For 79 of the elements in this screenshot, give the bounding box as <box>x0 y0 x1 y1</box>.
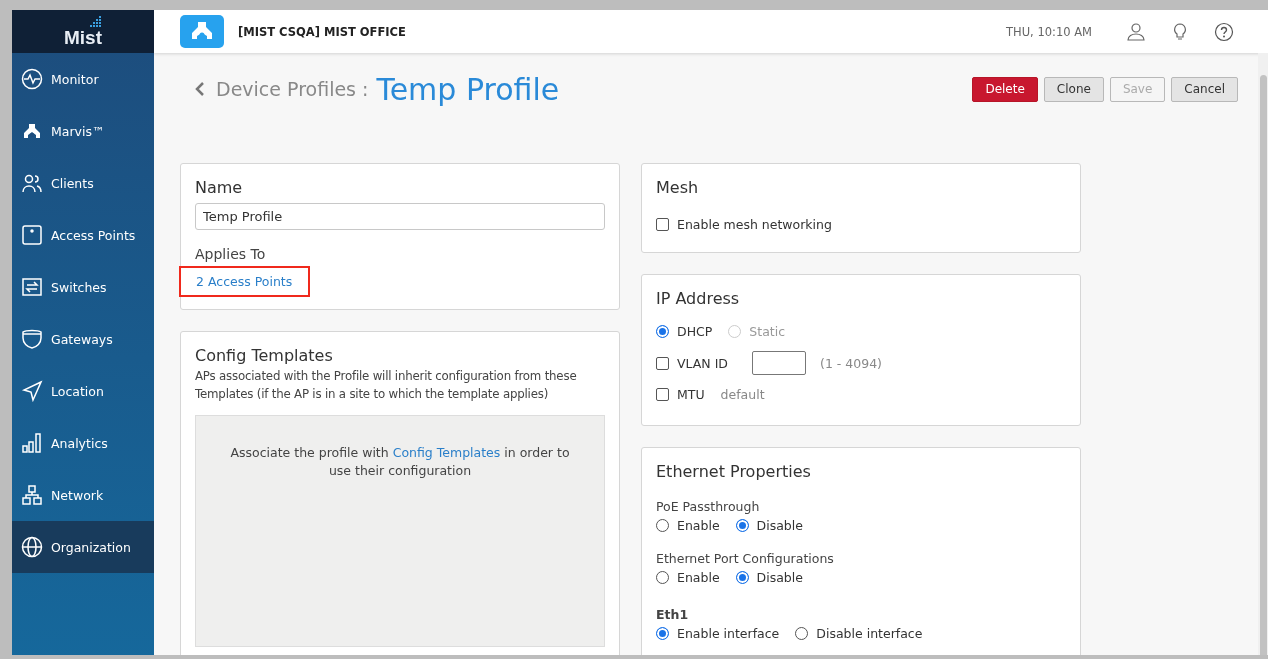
nav-item[interactable]: Location <box>12 365 154 417</box>
radio-label: Enable <box>677 570 720 585</box>
location-arrow-icon <box>21 380 43 402</box>
nav-item[interactable]: Monitor <box>12 53 154 105</box>
checkbox[interactable] <box>656 218 669 231</box>
user-icon[interactable] <box>1126 21 1146 42</box>
clock-time: THU, 10:10 AM <box>1006 24 1092 39</box>
nav-label: Access Points <box>51 227 136 243</box>
radio-button[interactable] <box>656 325 669 338</box>
logo: Mist <box>12 10 154 53</box>
config-templates-link[interactable]: Config Templates <box>392 445 501 460</box>
radio-button[interactable] <box>656 627 669 640</box>
nav-item[interactable]: Network <box>12 469 154 521</box>
switch-icon <box>21 276 43 298</box>
group-label: PoE Passthrough <box>656 499 761 514</box>
card-title: Config Templates <box>195 346 334 365</box>
nav-label: Switches <box>51 279 107 295</box>
radio-button[interactable] <box>656 571 669 584</box>
mtu-value: default <box>720 387 765 402</box>
card-title: Ethernet Properties <box>656 462 812 481</box>
radio-label: Static <box>749 324 786 339</box>
site-name: [MIST CSQA] MIST OFFICE <box>238 24 407 39</box>
shield-icon <box>21 328 43 350</box>
scrollbar[interactable] <box>1258 53 1268 655</box>
nav-label: Organization <box>51 539 131 555</box>
radio-label: Disable interface <box>816 626 923 641</box>
card-title: IP Address <box>656 289 741 308</box>
radio-label: Disable <box>756 570 803 585</box>
bar-chart-icon <box>21 432 43 454</box>
nav-item[interactable]: Organization <box>12 521 154 573</box>
radio-button[interactable] <box>795 627 809 640</box>
vlan-id-field[interactable] <box>752 351 806 375</box>
page-title: Temp Profile <box>376 71 561 107</box>
nav-item[interactable]: Switches <box>12 261 154 313</box>
group-label: Eth1 <box>656 607 690 622</box>
checkbox-label: VLAN ID <box>677 355 728 371</box>
users-icon <box>21 172 43 194</box>
action-button[interactable]: Clone <box>1043 76 1104 102</box>
nav-label: Location <box>51 383 104 399</box>
card-title: Name <box>195 178 244 197</box>
nav-item[interactable]: Gateways <box>12 313 154 365</box>
nav-item[interactable]: Analytics <box>12 417 154 469</box>
checkbox-label: MTU <box>677 387 705 402</box>
field-label: Applies To <box>195 246 267 262</box>
radio-label: DHCP <box>677 324 713 339</box>
radio-label: Enable <box>677 518 720 533</box>
access-point-icon <box>21 224 43 246</box>
radio-button[interactable] <box>735 519 749 532</box>
card-description: APs associated with the Profile will inherit configuration from these Templates (if the AP is in a site to which the template applies) <box>195 368 578 403</box>
range-hint: (1 - 4094) <box>820 355 882 371</box>
checkbox-label: Enable mesh networking <box>677 217 832 232</box>
site-logo-icon <box>180 15 224 48</box>
monitor-icon <box>21 68 43 90</box>
radio-button[interactable] <box>656 519 669 532</box>
nav-item[interactable]: Clients <box>12 157 154 209</box>
radio-label: Disable <box>756 518 803 533</box>
nav-item[interactable]: Access Points <box>12 209 154 261</box>
nav-label: Gateways <box>51 331 113 347</box>
name-field[interactable]: Temp Profile <box>195 203 605 230</box>
checkbox[interactable] <box>656 356 669 370</box>
nav-item[interactable]: Marvis™ <box>12 105 154 157</box>
globe-icon <box>21 536 43 558</box>
radio-button[interactable] <box>735 571 749 584</box>
nav-label: Network <box>51 487 104 503</box>
group-label: Ethernet Port Configurations <box>656 551 835 566</box>
nav-label: Analytics <box>51 435 108 451</box>
checkbox[interactable] <box>656 388 669 401</box>
help-icon[interactable] <box>1214 21 1234 42</box>
network-icon <box>21 484 43 506</box>
nav-label: Clients <box>51 175 94 191</box>
empty-message: Associate the profile with Config Templates in order to use their configuration <box>229 444 571 480</box>
nav-label: Monitor <box>51 71 99 87</box>
radio-label: Enable interface <box>677 626 780 641</box>
action-button[interactable]: Cancel <box>1171 76 1238 102</box>
access-points-link[interactable]: 2 Access Points <box>196 274 293 289</box>
nav-label: Marvis™ <box>51 123 105 139</box>
card-title: Mesh <box>656 178 700 197</box>
action-button[interactable]: Delete <box>972 76 1038 102</box>
back-chevron-icon[interactable] <box>194 81 206 97</box>
